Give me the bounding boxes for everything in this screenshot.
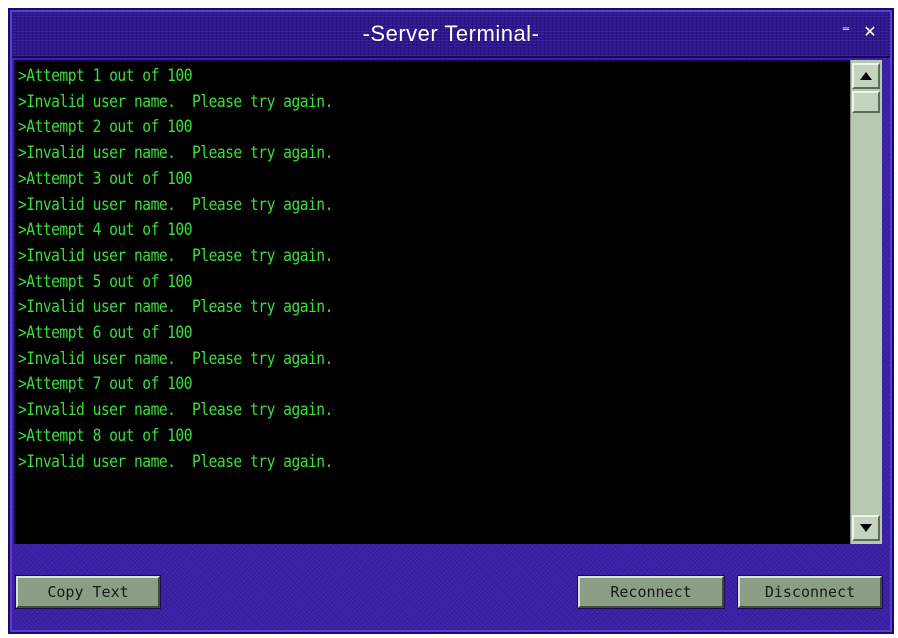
terminal-line: >Invalid user name. Please try again. <box>18 400 333 421</box>
terminal-line: >Invalid user name. Please try again. <box>18 297 333 318</box>
close-icon[interactable]: ✕ <box>860 22 880 42</box>
terminal-line: >Attempt 7 out of 100 <box>18 374 193 395</box>
terminal-lines: >Attempt 1 out of 100 >Invalid user name.… <box>18 64 846 475</box>
terminal-line: >Attempt 4 out of 100 <box>18 220 193 241</box>
terminal-line: >Attempt 2 out of 100 <box>18 117 193 138</box>
arrow-down-icon <box>860 524 872 532</box>
terminal-line: >Attempt 6 out of 100 <box>18 323 193 344</box>
copy-text-button[interactable]: Copy Text <box>15 575 161 609</box>
terminal-line: >Attempt 8 out of 100 <box>18 425 193 446</box>
terminal-line: >Attempt 1 out of 100 <box>18 66 193 86</box>
window-title: -Server Terminal- <box>362 21 540 46</box>
terminal-line: >Invalid user name. Please try again. <box>18 451 333 472</box>
terminal-output[interactable]: >Attempt 1 out of 100 >Invalid user name.… <box>14 60 850 544</box>
reconnect-button[interactable]: Reconnect <box>577 575 725 609</box>
terminal-line: >Invalid user name. Please try again. <box>18 143 333 164</box>
terminal-line: >Invalid user name. Please try again. <box>18 348 333 369</box>
terminal-scrollbar[interactable] <box>850 60 882 544</box>
terminal-line: >Attempt 5 out of 100 <box>18 271 193 292</box>
scroll-down-button[interactable] <box>852 515 880 541</box>
scroll-thumb[interactable] <box>852 91 880 113</box>
disconnect-button[interactable]: Disconnect <box>737 575 883 609</box>
terminal-line: >Invalid user name. Please try again. <box>18 194 333 215</box>
arrow-up-icon <box>860 72 872 80</box>
title-bar[interactable]: -Server Terminal- ⁼ ✕ <box>12 12 890 58</box>
scroll-up-button[interactable] <box>852 63 880 89</box>
minimize-icon[interactable]: ⁼ <box>836 22 856 42</box>
terminal-line: >Attempt 3 out of 100 <box>18 168 193 189</box>
terminal-line: >Invalid user name. Please try again. <box>18 91 333 112</box>
terminal-line: >Invalid user name. Please try again. <box>18 245 333 266</box>
